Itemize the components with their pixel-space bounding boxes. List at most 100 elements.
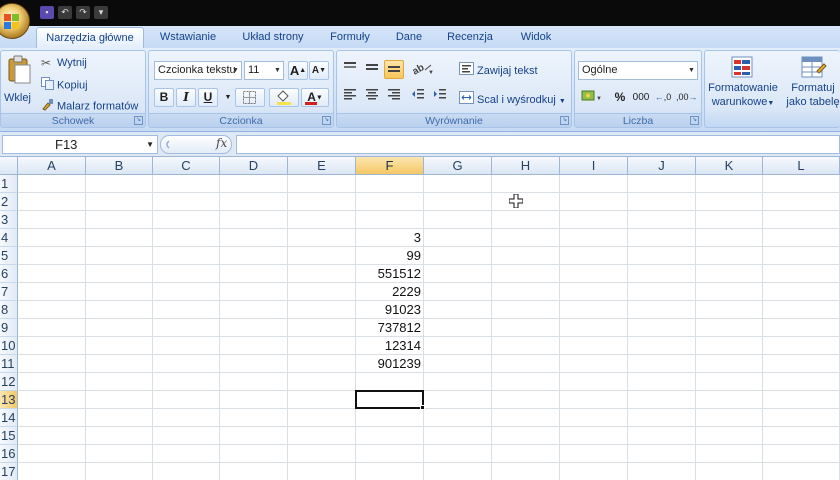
formula-input[interactable] xyxy=(236,135,840,154)
increase-indent-button[interactable] xyxy=(430,87,450,106)
row-header-11[interactable]: 11 xyxy=(0,355,18,373)
number-format-select[interactable]: Ogólne ▼ xyxy=(578,61,698,80)
spreadsheet-grid[interactable]: A B C D E F G H I J K L 1 2 3 4 5 6 7 8 9 10 11 12 13 14 15 16 17 3 99… xyxy=(0,157,840,480)
undo-icon[interactable]: ↶ xyxy=(58,6,72,19)
conditional-formatting-button[interactable]: Formatowanie warunkowe▼ xyxy=(707,55,779,115)
row-header-14[interactable]: 14 xyxy=(0,409,18,427)
orientation-button[interactable]: ab ▼ xyxy=(408,60,436,79)
tab-page-layout[interactable]: Układ strony xyxy=(234,27,312,48)
row-header-5[interactable]: 5 xyxy=(0,247,18,265)
cut-button[interactable]: ✂ Wytnij xyxy=(41,56,87,70)
paste-button[interactable]: Wklej xyxy=(3,55,33,111)
font-launcher-icon[interactable]: ↘ xyxy=(322,116,331,125)
row-header-8[interactable]: 8 xyxy=(0,301,18,319)
cell-f11[interactable]: 901239 xyxy=(356,355,424,373)
align-middle-icon xyxy=(366,64,378,70)
format-as-table-button[interactable]: Formatuj jako tabelę xyxy=(781,55,840,115)
decrease-indent-button[interactable] xyxy=(408,87,428,106)
column-header-h[interactable]: H xyxy=(492,157,560,175)
cell-f5[interactable]: 99 xyxy=(356,247,424,265)
font-group: Czcionka tekstu ▼ 11 ▼ A▲ A▼ B I U ▼ A▼ … xyxy=(148,50,334,128)
grid-line xyxy=(152,175,153,480)
styles-group: Formatowanie warunkowe▼ Formatuj jako ta… xyxy=(704,50,840,128)
shrink-font-button[interactable]: A▼ xyxy=(309,61,329,80)
column-header-f[interactable]: F xyxy=(356,157,424,175)
fill-handle[interactable] xyxy=(420,405,425,410)
cell-f9[interactable]: 737812 xyxy=(356,319,424,337)
row-header-9[interactable]: 9 xyxy=(0,319,18,337)
font-name-select[interactable]: Czcionka tekstu ▼ xyxy=(154,61,242,80)
italic-button[interactable]: I xyxy=(176,88,196,107)
row-header-4[interactable]: 4 xyxy=(0,229,18,247)
tab-view[interactable]: Widok xyxy=(508,27,564,48)
currency-format-button[interactable]: ▼ xyxy=(578,88,606,107)
insert-function-button[interactable]: fx xyxy=(216,135,227,152)
cell-f4[interactable]: 3 xyxy=(356,229,424,247)
cell-f7[interactable]: 2229 xyxy=(356,283,424,301)
column-header-l[interactable]: L xyxy=(763,157,840,175)
column-header-i[interactable]: I xyxy=(560,157,628,175)
percent-button[interactable]: % xyxy=(610,88,630,107)
row-header-7[interactable]: 7 xyxy=(0,283,18,301)
name-box[interactable]: F13 ▼ xyxy=(2,135,158,154)
row-header-10[interactable]: 10 xyxy=(0,337,18,355)
column-header-e[interactable]: E xyxy=(288,157,356,175)
thousands-separator-button[interactable]: 000 xyxy=(631,88,651,107)
tab-insert[interactable]: Wstawianie xyxy=(150,27,226,48)
column-header-j[interactable]: J xyxy=(628,157,696,175)
font-size-select[interactable]: 11 ▼ xyxy=(244,61,284,80)
borders-button[interactable] xyxy=(235,88,265,107)
column-header-g[interactable]: G xyxy=(424,157,492,175)
cell-f8[interactable]: 91023 xyxy=(356,301,424,319)
row-header-3[interactable]: 3 xyxy=(0,211,18,229)
grid-line xyxy=(18,246,840,247)
cell-f6[interactable]: 551512 xyxy=(356,265,424,283)
decrease-decimal-button[interactable]: ,00→ xyxy=(675,88,698,107)
align-center-button[interactable] xyxy=(362,87,382,106)
merge-center-button[interactable]: Scal i wyśrodkuj ▼ xyxy=(459,91,566,109)
align-bottom-button[interactable] xyxy=(384,60,404,79)
tab-formulas[interactable]: Formuły xyxy=(320,27,380,48)
align-right-button[interactable] xyxy=(384,87,404,106)
tab-data[interactable]: Dane xyxy=(388,27,430,48)
paste-label: Wklej xyxy=(4,92,31,104)
format-as-table-label-1: Formatuj xyxy=(791,82,835,94)
clipboard-launcher-icon[interactable]: ↘ xyxy=(134,116,143,125)
column-header-d[interactable]: D xyxy=(220,157,288,175)
active-cell-selection[interactable] xyxy=(355,390,424,409)
format-painter-label: Malarz formatów xyxy=(57,100,139,113)
column-header-c[interactable]: C xyxy=(153,157,220,175)
fill-color-button[interactable] xyxy=(269,88,299,107)
row-header-13[interactable]: 13 xyxy=(0,391,18,409)
increase-decimal-button[interactable]: ←,0 xyxy=(653,88,673,107)
tab-home[interactable]: Narzędzia główne xyxy=(36,27,144,48)
save-icon[interactable]: ▪ xyxy=(40,6,54,19)
row-header-17[interactable]: 17 xyxy=(0,463,18,480)
row-header-1[interactable]: 1 xyxy=(0,175,18,193)
bold-button[interactable]: B xyxy=(154,88,174,107)
cut-label: Wytnij xyxy=(57,57,87,69)
copy-button[interactable]: Kopiuj xyxy=(41,77,88,94)
underline-button[interactable]: U xyxy=(198,88,218,107)
column-header-a[interactable]: A xyxy=(18,157,86,175)
column-header-b[interactable]: B xyxy=(86,157,153,175)
font-color-button[interactable]: A▼ xyxy=(301,88,329,107)
alignment-launcher-icon[interactable]: ↘ xyxy=(560,116,569,125)
align-middle-button[interactable] xyxy=(362,60,382,79)
tab-review[interactable]: Recenzja xyxy=(438,27,502,48)
row-header-16[interactable]: 16 xyxy=(0,445,18,463)
cell-f10[interactable]: 12314 xyxy=(356,337,424,355)
row-header-2[interactable]: 2 xyxy=(0,193,18,211)
select-all-corner[interactable] xyxy=(0,157,18,175)
row-header-6[interactable]: 6 xyxy=(0,265,18,283)
wrap-text-button[interactable]: Zawijaj tekst xyxy=(459,62,538,80)
grow-font-button[interactable]: A▲ xyxy=(288,61,308,80)
row-header-12[interactable]: 12 xyxy=(0,373,18,391)
number-launcher-icon[interactable]: ↘ xyxy=(690,116,699,125)
redo-icon[interactable]: ↷ xyxy=(76,6,90,19)
row-header-15[interactable]: 15 xyxy=(0,427,18,445)
column-header-k[interactable]: K xyxy=(696,157,763,175)
align-top-button[interactable] xyxy=(340,60,360,79)
align-left-button[interactable] xyxy=(340,87,360,106)
qat-dropdown-icon[interactable]: ▾ xyxy=(94,6,108,19)
